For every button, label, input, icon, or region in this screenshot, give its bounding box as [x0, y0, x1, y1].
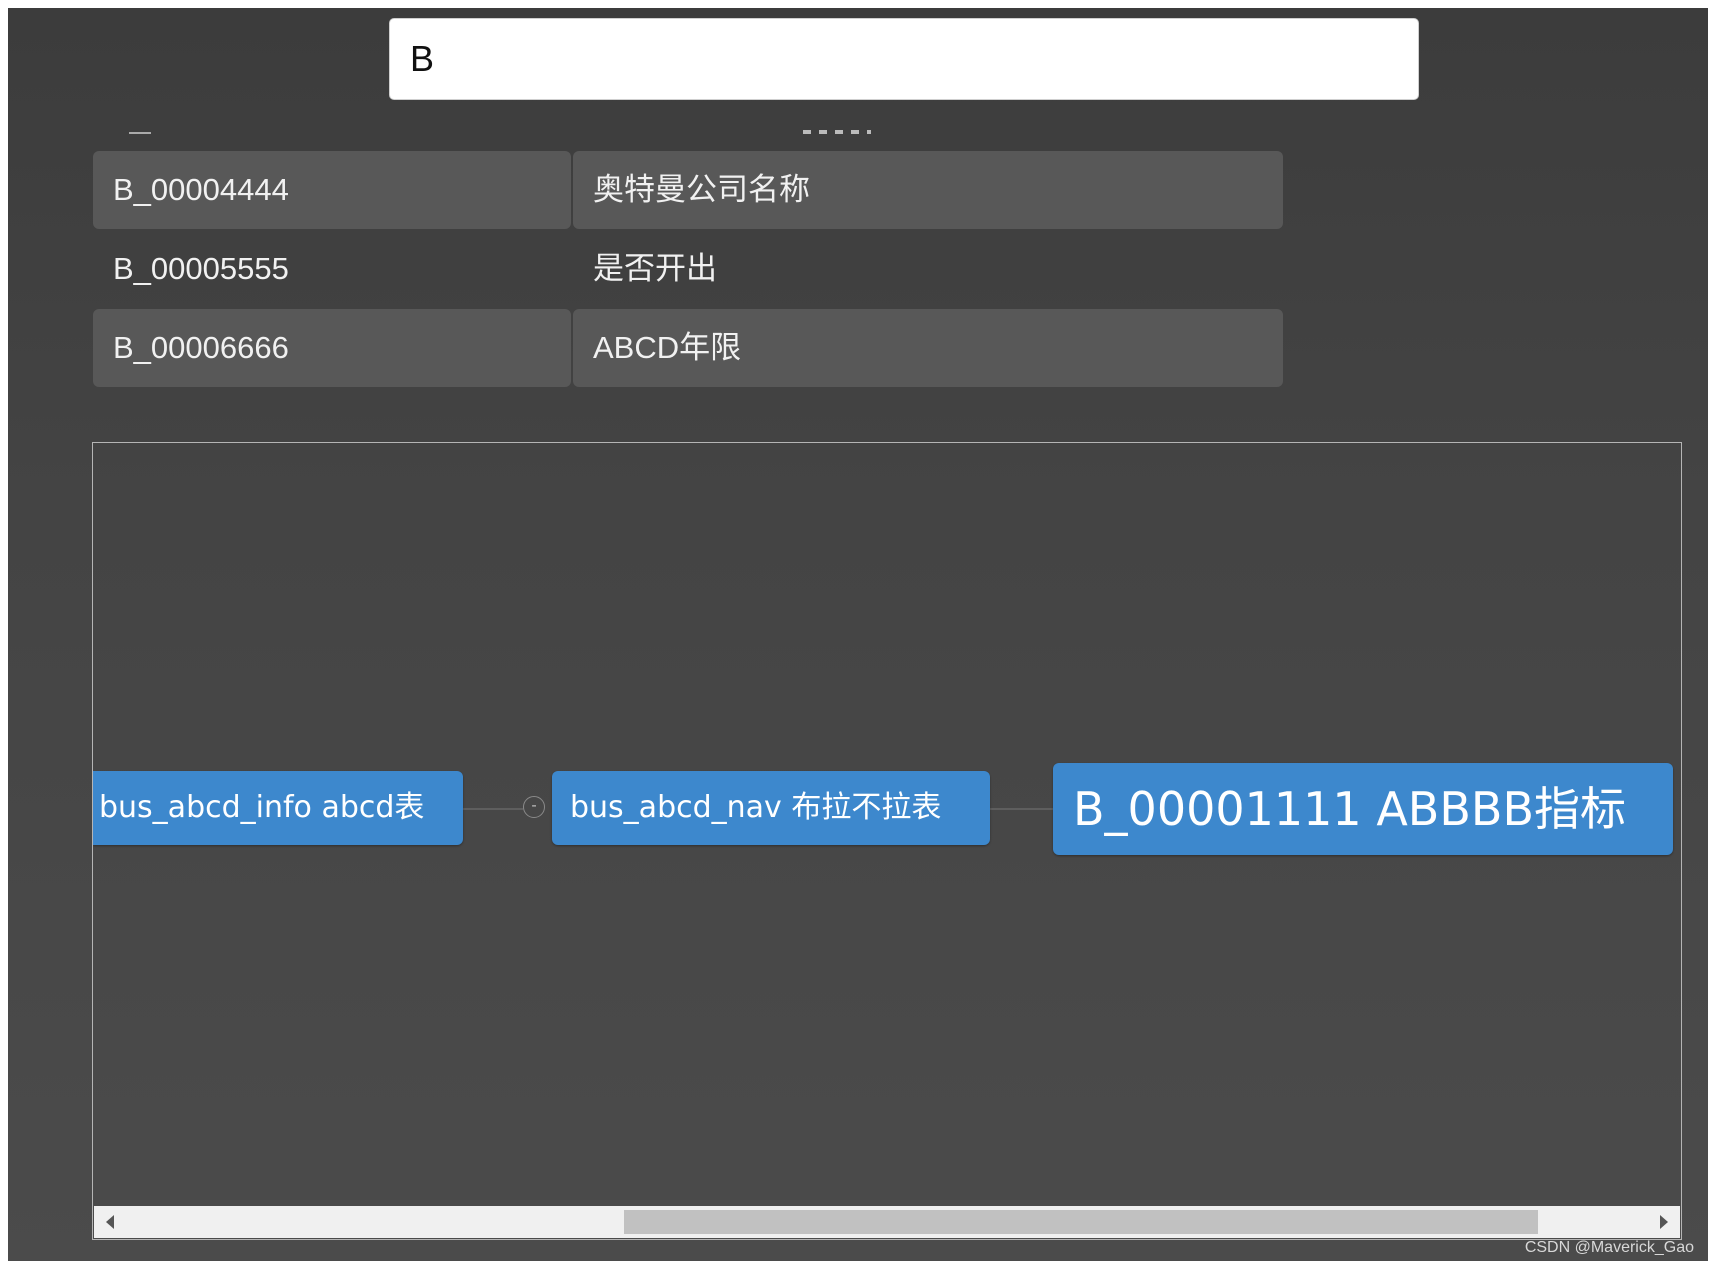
- scrollbar-thumb[interactable]: [624, 1210, 1538, 1234]
- graph-node-middle-table[interactable]: bus_abcd_nav 布拉不拉表: [552, 771, 990, 845]
- result-code: B_00005555: [113, 251, 289, 286]
- graph-node-source-table[interactable]: bus_abcd_info abcd表: [93, 771, 463, 845]
- graph-node-target-metric[interactable]: B_00001111 ABBBB指标: [1053, 763, 1673, 855]
- collapse-toggle-icon[interactable]: -: [523, 796, 545, 818]
- result-name: ABCD年限: [573, 309, 1283, 387]
- result-name: 是否开出: [593, 251, 717, 286]
- search-input[interactable]: [389, 18, 1419, 100]
- result-row[interactable]: B_00005555 是否开出: [93, 230, 1283, 308]
- scroll-right-arrow-icon[interactable]: [1660, 1215, 1668, 1229]
- result-code: B_00004444: [93, 151, 571, 229]
- clipped-text-fragment: [803, 130, 871, 134]
- lineage-graph[interactable]: bus_abcd_info abcd表 - bus_abcd_nav 布拉不拉表…: [92, 442, 1682, 1240]
- graph-edge: [463, 808, 523, 810]
- watermark: CSDN @Maverick_Gao: [1524, 1239, 1694, 1256]
- result-code: B_00006666: [93, 309, 571, 387]
- result-name: 奥特曼公司名称: [573, 151, 1283, 229]
- result-row[interactable]: B_00006666 ABCD年限: [93, 309, 1283, 387]
- horizontal-scrollbar[interactable]: [94, 1206, 1680, 1238]
- app-window: B_00004444 奥特曼公司名称 B_00005555 是否开出 B_000…: [8, 8, 1708, 1261]
- clipped-result-row: [93, 126, 1283, 144]
- clipped-text-fragment: [129, 132, 151, 134]
- result-row[interactable]: B_00004444 奥特曼公司名称: [93, 151, 1283, 229]
- graph-edge: [990, 808, 1053, 810]
- scroll-left-arrow-icon[interactable]: [106, 1215, 114, 1229]
